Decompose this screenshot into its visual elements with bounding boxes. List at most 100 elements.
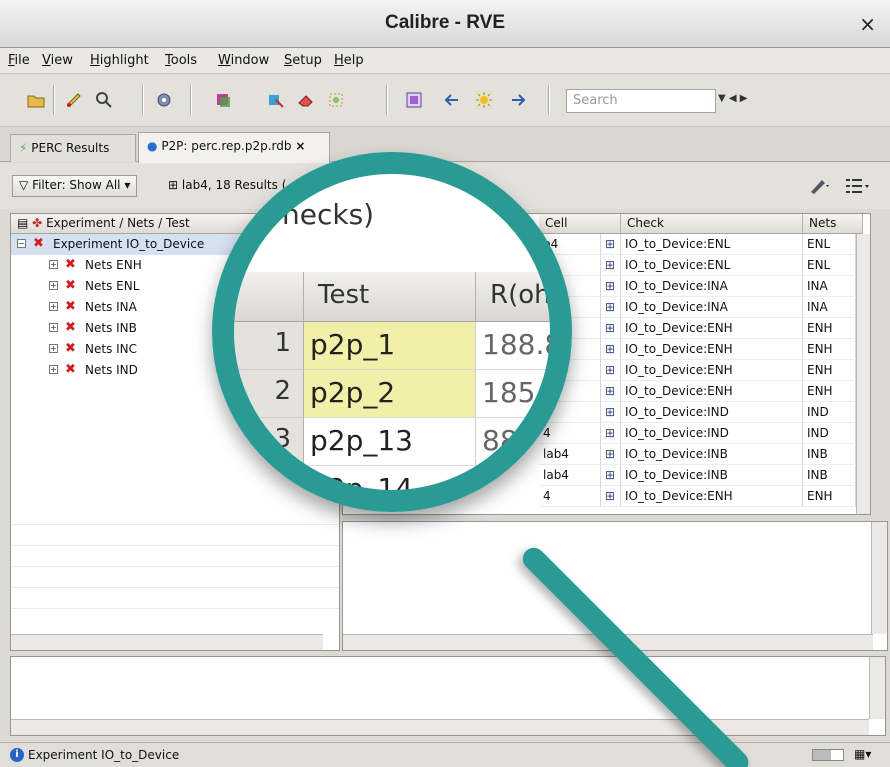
- grid-cell-nets: ENH: [803, 381, 856, 402]
- list-options-icon[interactable]: [844, 177, 870, 195]
- grid-cell-nets: INA: [803, 297, 856, 318]
- tree-item-label: Nets ENL: [85, 279, 140, 293]
- horizontal-scrollbar[interactable]: [11, 719, 869, 735]
- grid-cell-check: IO_to_Device:IND: [621, 423, 803, 444]
- divider: [11, 587, 339, 588]
- status-message: Experiment IO_to_Device: [28, 748, 180, 762]
- tab-label: P2P: perc.rep.p2p.rdb: [161, 139, 292, 153]
- collapse-icon[interactable]: −: [17, 239, 26, 248]
- horizontal-scrollbar[interactable]: [11, 634, 323, 650]
- grid-cell-check: IO_to_Device:ENH: [621, 318, 803, 339]
- fail-x-icon: ✖: [65, 320, 76, 335]
- divider: [11, 524, 339, 525]
- tab-p2p-results[interactable]: ● P2P: perc.rep.p2p.rdb ×: [138, 132, 330, 163]
- expand-icon[interactable]: +: [49, 302, 58, 311]
- forward-arrow-icon[interactable]: [508, 90, 528, 110]
- bottom-panel: [10, 656, 886, 736]
- tab-perc-results[interactable]: ⚡ PERC Results: [10, 134, 136, 162]
- probe-icon[interactable]: [326, 90, 346, 110]
- filter-dropdown[interactable]: ▽ Filter: Show All ▾: [12, 175, 138, 197]
- grid-cell-check: IO_to_Device:ENL: [621, 255, 803, 276]
- menu-bar: File View Highlight Tools Window Setup H…: [0, 48, 890, 74]
- fail-x-icon: ✖: [33, 236, 44, 251]
- tab-close-icon[interactable]: ×: [295, 139, 305, 153]
- filter-layers-icon[interactable]: [266, 90, 286, 110]
- fail-x-icon: ✖: [65, 341, 76, 356]
- toolbar-separator: [190, 85, 192, 115]
- grid-cell-check: IO_to_Device:IND: [621, 402, 803, 423]
- magnifier-ring: [212, 152, 572, 512]
- grid-cell-check: IO_to_Device:ENH: [621, 381, 803, 402]
- divider: [11, 566, 339, 567]
- grid-cell-nets: ENL: [803, 255, 856, 276]
- highlight-sun-icon[interactable]: [474, 90, 494, 110]
- expand-icon[interactable]: +: [49, 365, 58, 374]
- tree-header-label: Experiment / Nets / Test: [46, 216, 190, 230]
- tree-item-label: Nets ENH: [85, 258, 142, 272]
- layers-icon[interactable]: [214, 90, 234, 110]
- eraser-icon[interactable]: [296, 90, 316, 110]
- menu-setup[interactable]: Setup: [284, 53, 322, 68]
- vertical-scrollbar[interactable]: [869, 657, 885, 719]
- tree-item-label: Nets INA: [85, 300, 137, 314]
- fail-x-icon: ✖: [65, 278, 76, 293]
- grid-cell-check: IO_to_Device:INB: [621, 444, 803, 465]
- grid-cell-nets: ENH: [803, 486, 856, 507]
- vertical-scrollbar[interactable]: [871, 522, 887, 634]
- menu-window[interactable]: Window: [218, 53, 269, 68]
- grid-cell-check: IO_to_Device:INB: [621, 465, 803, 486]
- cell-icon: ⊞: [168, 178, 179, 192]
- menu-help[interactable]: Help: [334, 53, 364, 68]
- pen-tool-icon[interactable]: [808, 177, 830, 195]
- grid-cell-nets: ENH: [803, 318, 856, 339]
- tree-item-label: Nets INB: [85, 321, 137, 335]
- column-header-check[interactable]: Check: [621, 214, 803, 234]
- title-bar: Calibre - RVE ×: [0, 0, 890, 48]
- expand-icon[interactable]: +: [49, 281, 58, 290]
- column-header-nets[interactable]: Nets: [803, 214, 863, 234]
- cell-icon: ⊞: [601, 234, 621, 255]
- toolbar-separator: [386, 85, 388, 115]
- expand-icon[interactable]: +: [49, 323, 58, 332]
- grid-cell-check: IO_to_Device:ENL: [621, 234, 803, 255]
- close-icon[interactable]: ×: [859, 12, 876, 36]
- zoom-icon[interactable]: [94, 90, 114, 110]
- info-icon: i: [10, 748, 24, 762]
- search-input[interactable]: Search: [566, 89, 716, 113]
- back-arrow-icon[interactable]: [442, 90, 462, 110]
- layout-icon[interactable]: ▦▾: [854, 747, 871, 761]
- search-nav-icons[interactable]: ▼ ◀ ▶: [718, 93, 768, 109]
- grid-cell-nets: ENH: [803, 360, 856, 381]
- divider: [11, 545, 339, 546]
- fail-x-icon: ✖: [65, 299, 76, 314]
- window-title: Calibre - RVE: [384, 12, 506, 33]
- menu-file[interactable]: File: [8, 53, 30, 68]
- tab-label: PERC Results: [31, 141, 110, 155]
- fail-x-icon: ✖: [65, 362, 76, 377]
- menu-highlight[interactable]: Highlight: [90, 53, 149, 68]
- cell-icon: ⊞: [601, 486, 621, 507]
- divider: [11, 608, 339, 609]
- expand-icon[interactable]: +: [49, 260, 58, 269]
- fail-x-icon: ✖: [65, 257, 76, 272]
- grid-cell-nets: ENL: [803, 234, 856, 255]
- fit-view-icon[interactable]: [404, 90, 424, 110]
- toolbar: Search ▼ ◀ ▶: [0, 75, 890, 127]
- settings-gear-icon[interactable]: [154, 90, 174, 110]
- highlight-pen-icon[interactable]: [64, 90, 84, 110]
- cell-icon: ⊞: [601, 465, 621, 486]
- grid-cell-check: IO_to_Device:ENH: [621, 486, 803, 507]
- grid-cell-check: IO_to_Device:INA: [621, 297, 803, 318]
- tree-item-label: Nets IND: [85, 363, 138, 377]
- globe-icon: ●: [147, 139, 158, 153]
- expand-icon[interactable]: +: [49, 344, 58, 353]
- vertical-scrollbar[interactable]: [856, 234, 870, 514]
- grid-cell-nets: ENH: [803, 339, 856, 360]
- menu-view[interactable]: View: [42, 53, 73, 68]
- menu-tools[interactable]: Tools: [165, 53, 197, 68]
- perc-icon: ⚡: [19, 141, 28, 155]
- filter-label: Filter: Show All: [32, 178, 121, 192]
- cell-icon: ⊞: [601, 444, 621, 465]
- funnel-icon: ▽: [19, 178, 29, 192]
- open-folder-icon[interactable]: [26, 90, 46, 110]
